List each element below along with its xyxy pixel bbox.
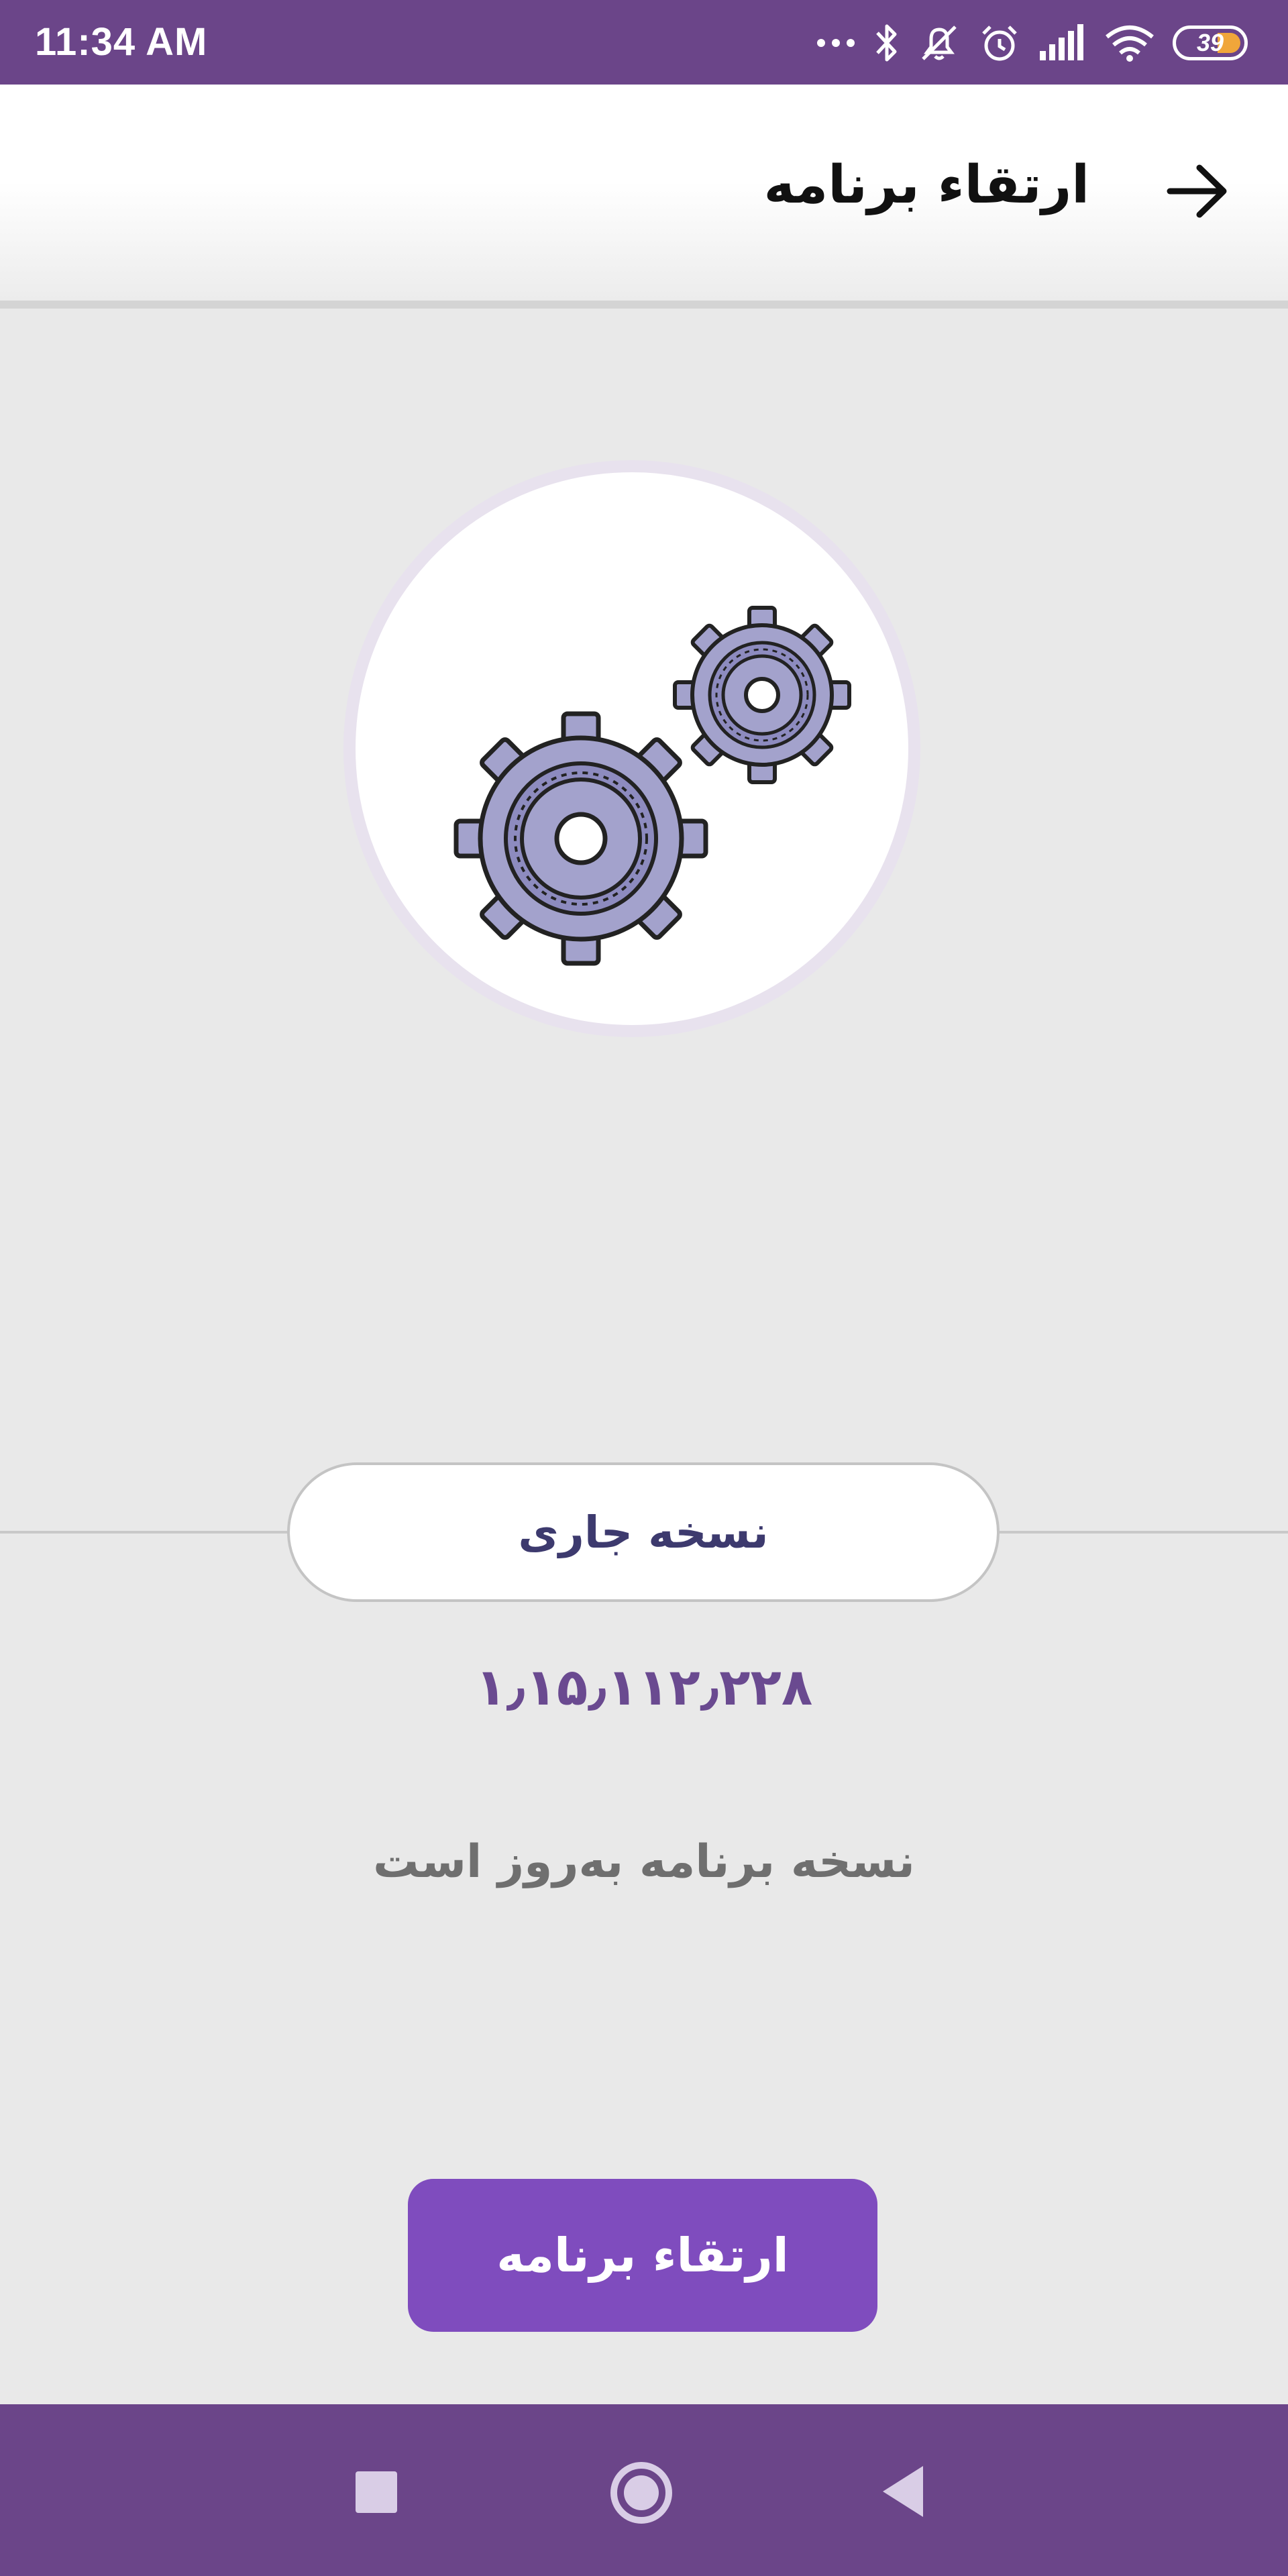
recents-icon[interactable] <box>356 2471 397 2513</box>
more-dots-icon <box>816 36 856 50</box>
current-version-label: نسخه جاری <box>287 1462 1000 1602</box>
home-icon[interactable] <box>610 2462 672 2524</box>
signal-icon <box>1038 24 1087 62</box>
status-bar: 11:34 AM 39 <box>0 0 1288 85</box>
notifications-off-icon <box>918 21 961 64</box>
up-to-date-message: نسخه برنامه به‌روز است <box>373 1835 915 1888</box>
battery-icon: 39 <box>1173 25 1248 60</box>
back-triangle-icon[interactable] <box>883 2466 923 2517</box>
arrow-right-icon <box>1167 164 1227 218</box>
page-title: ارتقاء برنامه <box>763 155 1089 215</box>
upgrade-button[interactable]: ارتقاء برنامه <box>408 2179 877 2332</box>
gears-icon <box>453 606 851 966</box>
battery-level: 39 <box>1196 29 1224 56</box>
status-time: 11:34 AM <box>35 20 208 64</box>
wifi-icon <box>1104 23 1155 62</box>
bluetooth-icon <box>873 22 900 64</box>
alarm-icon <box>978 21 1021 64</box>
back-button[interactable] <box>1161 154 1234 228</box>
status-icons: 39 <box>816 16 1248 70</box>
version-number: ۱٫۱۵٫۱۱۲٫۲۲۸ <box>475 1657 813 1717</box>
gears-illustration <box>343 460 920 1037</box>
app-bar: ارتقاء برنامه <box>0 85 1288 309</box>
navigation-bar <box>0 2404 1288 2576</box>
